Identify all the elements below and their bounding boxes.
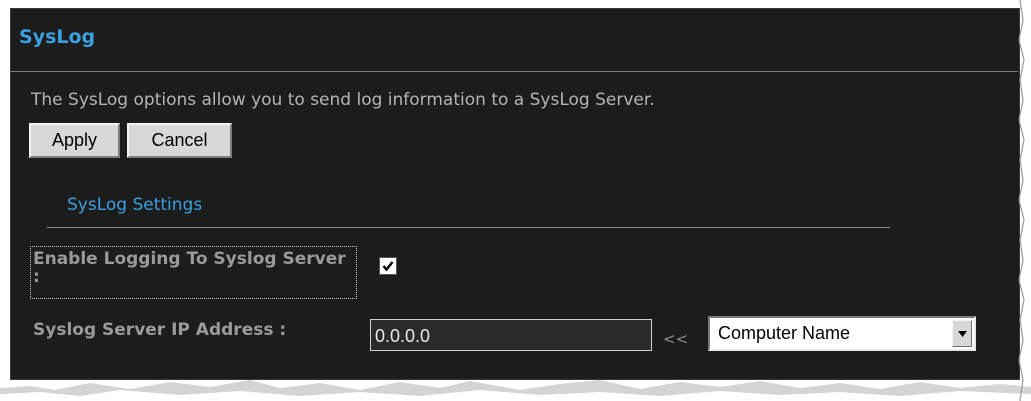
page-description: The SysLog options allow you to send log… [31,90,655,110]
page-title: SysLog [19,26,96,48]
settings-section-heading: SysLog Settings [67,195,203,215]
title-divider [10,71,1018,72]
computer-name-select[interactable]: Computer Name [708,316,976,351]
apply-button[interactable]: Apply [29,123,120,158]
checkmark-icon [382,261,394,272]
copy-computer-arrows: << [663,330,689,348]
enable-logging-label-text: Enable Logging To Syslog Server : [33,249,346,287]
enable-logging-checkbox[interactable] [379,257,397,275]
dropdown-arrow-icon[interactable] [952,320,972,347]
server-ip-input[interactable]: 0.0.0.0 [370,319,652,351]
triangle-down-icon [957,330,967,337]
settings-divider [47,227,890,228]
enable-logging-label: Enable Logging To Syslog Server : [33,250,353,286]
server-ip-label: Syslog Server IP Address : [33,320,287,340]
torn-edge-decoration [0,380,1031,401]
computer-name-select-value: Computer Name [718,323,851,343]
right-torn-edge-decoration [1018,0,1025,401]
cancel-button[interactable]: Cancel [127,123,232,158]
